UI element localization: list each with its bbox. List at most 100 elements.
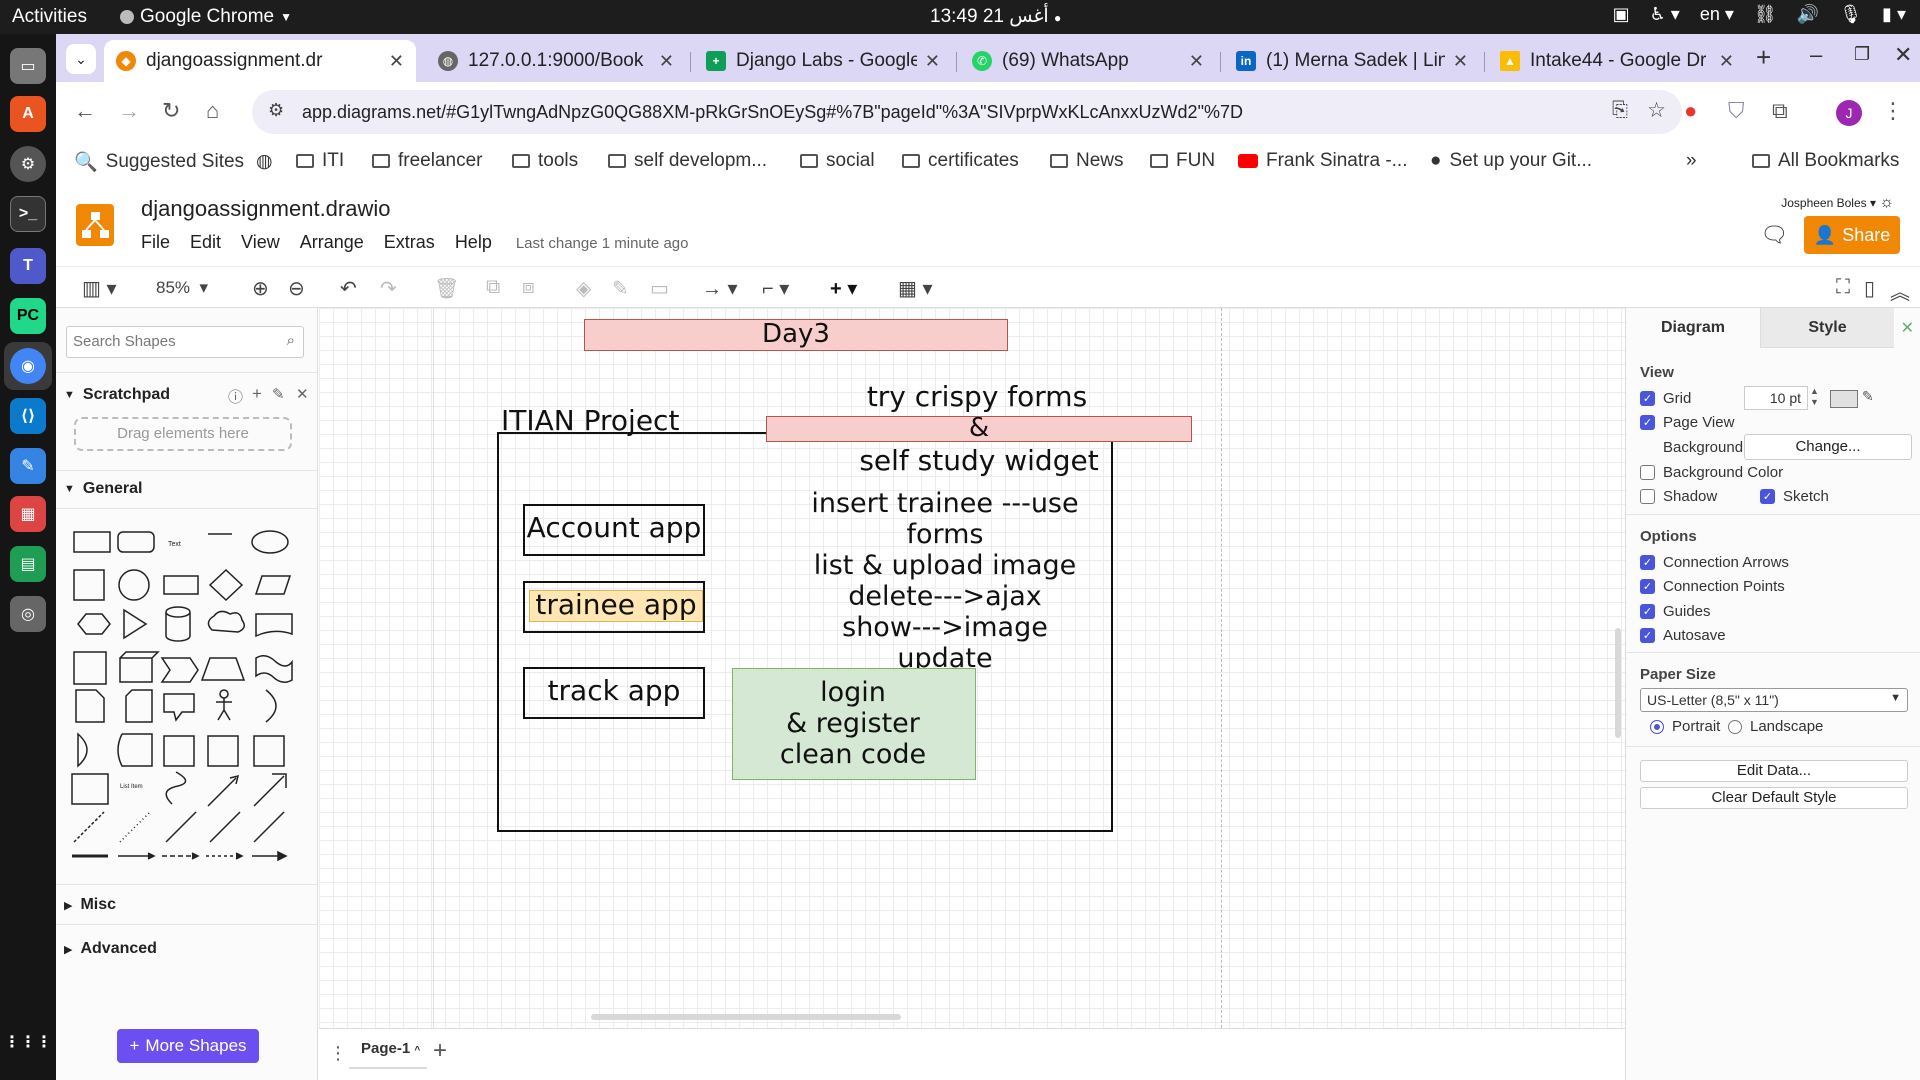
zoom-select[interactable]: 85% ▾	[156, 278, 208, 298]
user-name[interactable]: Jospheen Boles ▾ ☼	[1781, 194, 1894, 212]
checkbox-checked[interactable]: ✓	[1640, 555, 1655, 570]
close-icon[interactable]: ✕	[1189, 51, 1204, 72]
grid-color-swatch[interactable]	[1830, 390, 1858, 408]
pages-menu-icon[interactable]: ⋮	[329, 1043, 347, 1064]
checkbox-checked[interactable]: ✓	[1640, 579, 1655, 594]
change-background-button[interactable]: Change...	[1744, 434, 1912, 460]
shadow-icon[interactable]: ▭	[650, 276, 669, 301]
autosave-option[interactable]: ✓ Autosave	[1640, 627, 1726, 644]
close-panel-icon[interactable]: ✕	[1901, 318, 1914, 338]
back-icon[interactable]: ←	[74, 98, 96, 124]
window-close-icon[interactable]: ✕	[1894, 42, 1912, 68]
collapse-icon[interactable]: ︽	[1890, 276, 1910, 305]
close-icon[interactable]: ✕	[1453, 51, 1468, 72]
install-app-icon[interactable]: ⎘	[1612, 99, 1628, 122]
scratchpad-drop-zone[interactable]: Drag elements here	[74, 417, 292, 451]
battery-icon[interactable]: ▮ ▾	[1882, 4, 1906, 25]
address-bar[interactable]: ⚙ app.diagrams.net/#G1ylTwngAdNpzG0QG88X…	[252, 90, 1682, 134]
minimize-icon[interactable]: –	[1810, 42, 1822, 68]
menu-extras[interactable]: Extras	[384, 232, 435, 253]
screenshot-icon[interactable]: ▦	[10, 496, 46, 532]
extension-red-icon[interactable]: ●	[1684, 98, 1697, 124]
network-icon[interactable]: ⛓	[1754, 4, 1777, 25]
scratchpad-header[interactable]: ▼ Scratchpad	[64, 386, 170, 404]
teams-icon[interactable]: T	[10, 248, 46, 284]
login-register-box[interactable]: login & register clean code	[732, 668, 976, 780]
landscape-option[interactable]: Landscape	[1728, 718, 1823, 735]
eyedropper-icon[interactable]: ✎	[1862, 388, 1874, 405]
system-tray[interactable]: ▣ ♿ ▾ en ▾ ⛓ 🔊 🎙 ▮ ▾	[1613, 4, 1906, 25]
drawio-logo-icon[interactable]	[76, 204, 114, 246]
comments-icon[interactable]: 🗨	[1760, 222, 1788, 248]
connection-points-option[interactable]: ✓ Connection Points	[1640, 578, 1785, 595]
chrome-dock-icon[interactable]: ◉	[10, 348, 46, 384]
sidebar-toggle-icon[interactable]: ▯	[1864, 276, 1875, 301]
more-shapes-button[interactable]: + More Shapes	[117, 1029, 259, 1063]
connector-palette[interactable]	[56, 846, 318, 866]
menu-help[interactable]: Help	[455, 232, 492, 253]
day-label-box[interactable]: Day3	[584, 319, 1008, 351]
shadow-option[interactable]: Shadow	[1640, 488, 1717, 505]
forward-icon[interactable]: →	[118, 98, 140, 124]
horizontal-scrollbar[interactable]	[591, 1014, 901, 1020]
connection-arrows-option[interactable]: ✓ Connection Arrows	[1640, 554, 1789, 571]
try-crispy-forms-bar[interactable]: &	[766, 415, 1192, 442]
format-panel-toggle-icon[interactable]: ▥ ▾	[82, 276, 117, 301]
home-icon[interactable]: ⌂	[206, 98, 219, 124]
checkbox-checked[interactable]: ✓	[1640, 415, 1655, 430]
activities-button[interactable]: Activities	[0, 6, 110, 28]
terminal-icon[interactable]: >_	[10, 196, 46, 232]
menu-view[interactable]: View	[241, 232, 280, 253]
bookmark-freelancer[interactable]: freelancer	[372, 150, 483, 172]
fill-color-icon[interactable]: ◈	[576, 276, 591, 301]
bookmark-globe[interactable]: ◍	[256, 150, 273, 173]
paper-size-select[interactable]: US-Letter (8,5" x 11") ▼	[1640, 688, 1908, 712]
close-icon[interactable]: ✕	[389, 51, 404, 72]
waypoints-icon[interactable]: ⌐ ▾	[762, 276, 789, 301]
tab-search-icon[interactable]: ⌄	[66, 44, 96, 74]
volume-icon[interactable]: 🔊	[1797, 4, 1819, 25]
bookmark-all-bookmarks[interactable]: All Bookmarks	[1752, 150, 1899, 172]
extensions-puzzle-icon[interactable]: ⧉	[1772, 98, 1788, 124]
bookmark-star-icon[interactable]: ☆	[1647, 98, 1666, 123]
close-icon[interactable]: ✕	[1719, 51, 1734, 72]
settings-icon[interactable]: ⚙	[10, 146, 46, 182]
redo-icon[interactable]: ↷	[380, 276, 397, 301]
files-icon[interactable]: ▭	[10, 48, 46, 84]
page-view-option[interactable]: ✓ Page View	[1640, 414, 1734, 431]
add-icon[interactable]: +	[252, 384, 262, 404]
bookmark-tools[interactable]: tools	[512, 150, 578, 172]
misc-header[interactable]: ▶ Misc	[64, 896, 116, 914]
site-info-icon[interactable]: ⚙	[268, 100, 284, 121]
shape-palette[interactable]: Text List Item	[56, 512, 318, 852]
diagram-canvas[interactable]: Day3 ITIAN Project try crispy forms & se…	[319, 308, 1625, 1028]
sketch-option[interactable]: ✓ Sketch	[1760, 488, 1829, 505]
checkbox-checked[interactable]: ✓	[1640, 604, 1655, 619]
close-icon[interactable]: ✕	[659, 51, 674, 72]
vertical-scrollbar[interactable]	[1615, 628, 1621, 738]
checkbox-unchecked[interactable]	[1640, 465, 1655, 480]
search-shapes-input[interactable]: Search Shapes ⌕	[66, 326, 304, 358]
insert-icon[interactable]: + ▾	[830, 276, 857, 301]
software-center-icon[interactable]: A	[10, 96, 46, 132]
page-tab[interactable]: Page-1 ^	[349, 1029, 427, 1069]
tab-django-labs[interactable]: + Django Labs - Google ✕	[694, 40, 952, 82]
tasks-text-block[interactable]: insert trainee ---use forms list & uploa…	[775, 488, 1115, 674]
help-icon[interactable]: ⓘ	[228, 386, 243, 407]
table-icon[interactable]: ▦ ▾	[898, 276, 933, 301]
share-button[interactable]: 👤 Share	[1804, 216, 1900, 254]
to-front-icon[interactable]: ⧉	[486, 276, 500, 299]
theme-sun-icon[interactable]: ☼	[1879, 194, 1894, 211]
grid-option[interactable]: ✓ Grid	[1640, 390, 1691, 407]
line-color-icon[interactable]: ✎	[612, 276, 629, 301]
edit-icon[interactable]: ✎	[272, 385, 285, 403]
zoom-out-icon[interactable]: ⊖	[288, 276, 305, 301]
zoom-in-icon[interactable]: ⊕	[252, 276, 269, 301]
close-icon[interactable]: ✕	[925, 51, 940, 72]
tab-whatsapp[interactable]: ✆ (69) WhatsApp ✕	[960, 40, 1216, 82]
tab-google-drive[interactable]: ▲ Intake44 - Google Dr ✕	[1488, 40, 1746, 82]
checkbox-checked[interactable]: ✓	[1640, 391, 1655, 406]
accessibility-icon[interactable]: ♿ ▾	[1650, 4, 1680, 25]
grid-size-input[interactable]: 10 pt	[1744, 386, 1808, 410]
bookmark-news[interactable]: News	[1050, 150, 1124, 172]
